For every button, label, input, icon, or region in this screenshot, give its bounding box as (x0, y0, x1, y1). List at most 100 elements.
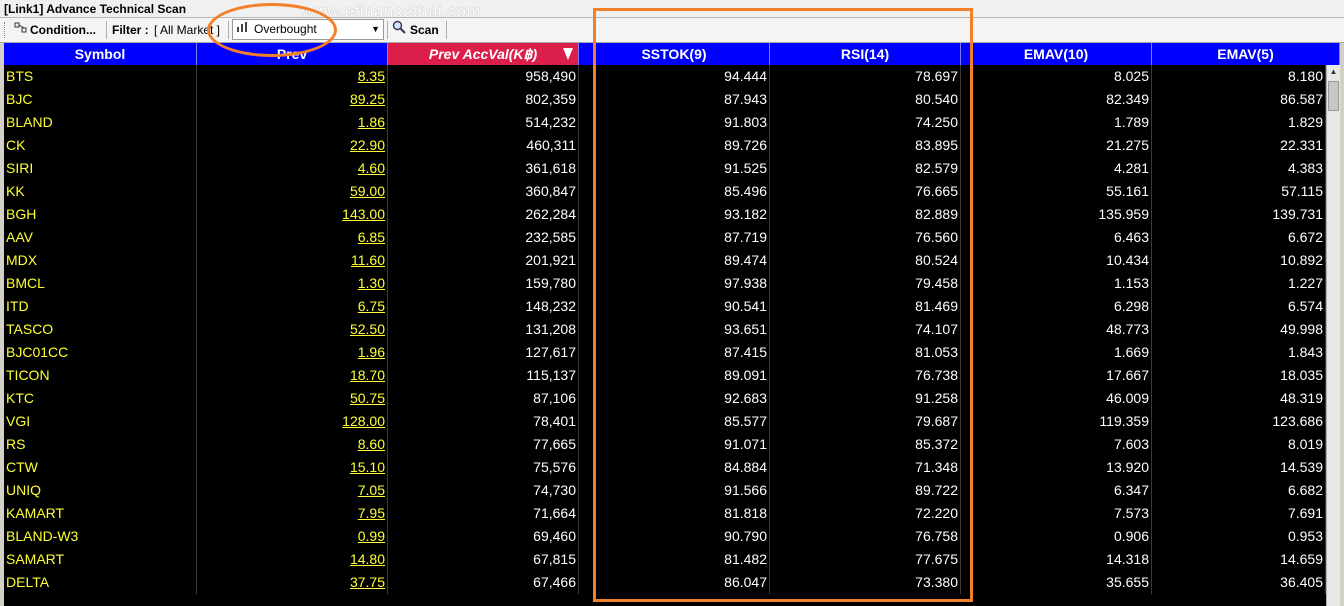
cell-emav5: 123.686 (1152, 410, 1326, 433)
cell-prev[interactable]: 50.75 (197, 387, 388, 410)
filter-label: Filter : (112, 23, 149, 37)
chevron-down-icon[interactable]: ▼ (371, 20, 380, 39)
cell-prev-accval: 514,232 (388, 111, 579, 134)
cell-prev[interactable]: 6.75 (197, 295, 388, 318)
cell-prev[interactable]: 128.00 (197, 410, 388, 433)
cell-prev[interactable]: 37.75 (197, 571, 388, 594)
magnifier-icon (392, 20, 410, 40)
cell-prev[interactable]: 7.05 (197, 479, 388, 502)
cell-symbol: CK (4, 134, 197, 157)
cell-prev-accval: 232,585 (388, 226, 579, 249)
cell-emav10: 35.655 (961, 571, 1152, 594)
cell-emav5: 49.998 (1152, 318, 1326, 341)
cell-emav10: 48.773 (961, 318, 1152, 341)
cell-emav10: 46.009 (961, 387, 1152, 410)
cell-emav10: 8.025 (961, 65, 1152, 88)
scan-label: Scan (410, 23, 439, 37)
cell-emav5: 8.019 (1152, 433, 1326, 456)
highlight-oval (207, 3, 337, 57)
cell-emav5: 18.035 (1152, 364, 1326, 387)
cell-emav5: 6.682 (1152, 479, 1326, 502)
cell-prev-accval: 148,232 (388, 295, 579, 318)
cell-symbol: BGH (4, 203, 197, 226)
cell-prev[interactable]: 1.86 (197, 111, 388, 134)
cell-emav5: 0.953 (1152, 525, 1326, 548)
cell-emav5: 6.672 (1152, 226, 1326, 249)
cell-symbol: TASCO (4, 318, 197, 341)
cell-prev-accval: 460,311 (388, 134, 579, 157)
cell-prev[interactable]: 7.95 (197, 502, 388, 525)
cell-emav5: 8.180 (1152, 65, 1326, 88)
col-header-prev-accval-label: Prev AccVal(K฿) (428, 46, 538, 62)
cell-symbol: BLAND (4, 111, 197, 134)
cell-prev[interactable]: 1.96 (197, 341, 388, 364)
cell-prev[interactable]: 18.70 (197, 364, 388, 387)
cell-prev[interactable]: 143.00 (197, 203, 388, 226)
cell-emav5: 1.227 (1152, 272, 1326, 295)
cell-prev-accval: 127,617 (388, 341, 579, 364)
col-header-symbol[interactable]: Symbol (4, 43, 197, 65)
cell-emav10: 119.359 (961, 410, 1152, 433)
cell-emav10: 1.153 (961, 272, 1152, 295)
cell-emav10: 82.349 (961, 88, 1152, 111)
cell-prev-accval: 115,137 (388, 364, 579, 387)
cell-prev[interactable]: 14.80 (197, 548, 388, 571)
cell-emav10: 1.789 (961, 111, 1152, 134)
cell-emav5: 36.405 (1152, 571, 1326, 594)
toolbar-grip[interactable] (4, 22, 8, 38)
cell-emav10: 6.298 (961, 295, 1152, 318)
cell-emav5: 22.331 (1152, 134, 1326, 157)
scrollbar-thumb[interactable] (1328, 81, 1339, 111)
cell-emav10: 13.920 (961, 456, 1152, 479)
cell-prev[interactable]: 8.60 (197, 433, 388, 456)
cell-prev-accval: 75,576 (388, 456, 579, 479)
vertical-scrollbar[interactable]: ▲ (1326, 65, 1340, 606)
cell-emav5: 7.691 (1152, 502, 1326, 525)
cell-prev[interactable]: 89.25 (197, 88, 388, 111)
cell-symbol: BJC (4, 88, 197, 111)
cell-prev-accval: 67,815 (388, 548, 579, 571)
cell-symbol: KK (4, 180, 197, 203)
cell-emav10: 7.603 (961, 433, 1152, 456)
cell-symbol: CTW (4, 456, 197, 479)
cell-prev[interactable]: 59.00 (197, 180, 388, 203)
cell-prev-accval: 71,664 (388, 502, 579, 525)
cell-symbol: KTC (4, 387, 197, 410)
cell-prev-accval: 74,730 (388, 479, 579, 502)
cell-prev[interactable]: 15.10 (197, 456, 388, 479)
cell-symbol: UNIQ (4, 479, 197, 502)
cell-symbol: VGI (4, 410, 197, 433)
cell-prev[interactable]: 52.50 (197, 318, 388, 341)
cell-emav10: 6.463 (961, 226, 1152, 249)
cell-prev-accval: 201,921 (388, 249, 579, 272)
cell-prev-accval: 131,208 (388, 318, 579, 341)
cell-emav5: 48.319 (1152, 387, 1326, 410)
cell-emav5: 14.659 (1152, 548, 1326, 571)
cell-prev[interactable]: 8.35 (197, 65, 388, 88)
cell-prev-accval: 361,618 (388, 157, 579, 180)
cell-emav5: 1.843 (1152, 341, 1326, 364)
cell-prev[interactable]: 0.99 (197, 525, 388, 548)
scroll-up-icon[interactable]: ▲ (1327, 65, 1340, 79)
cell-symbol: MDX (4, 249, 197, 272)
cell-emav10: 135.959 (961, 203, 1152, 226)
cell-prev[interactable]: 11.60 (197, 249, 388, 272)
cell-emav10: 21.275 (961, 134, 1152, 157)
cell-prev-accval: 958,490 (388, 65, 579, 88)
cell-symbol: BMCL (4, 272, 197, 295)
cell-symbol: ITD (4, 295, 197, 318)
cell-emav5: 10.892 (1152, 249, 1326, 272)
cell-prev[interactable]: 4.60 (197, 157, 388, 180)
cell-prev-accval: 77,665 (388, 433, 579, 456)
col-header-emav5[interactable]: EMAV(5) (1152, 43, 1340, 65)
cell-prev[interactable]: 22.90 (197, 134, 388, 157)
cell-symbol: AAV (4, 226, 197, 249)
cell-symbol: RS (4, 433, 197, 456)
cell-emav5: 6.574 (1152, 295, 1326, 318)
condition-button[interactable]: Condition... (14, 20, 96, 40)
cell-prev[interactable]: 6.85 (197, 226, 388, 249)
scan-button[interactable]: Scan (392, 20, 439, 40)
col-header-prev-accval[interactable]: Prev AccVal(K฿) (388, 43, 579, 65)
col-header-emav10[interactable]: EMAV(10) (961, 43, 1152, 65)
cell-prev[interactable]: 1.30 (197, 272, 388, 295)
